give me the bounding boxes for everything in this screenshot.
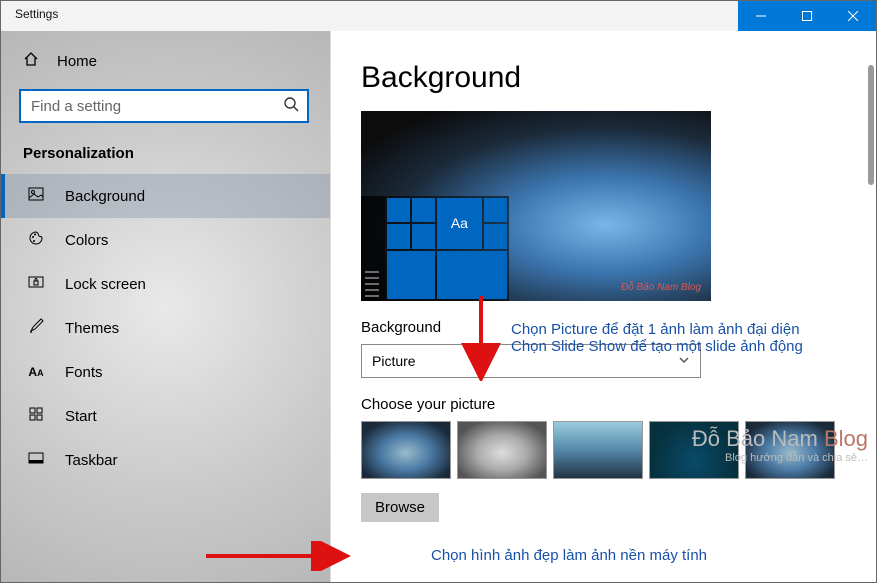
annotation-dropdown: Chọn Picture để đặt 1 ảnh làm ảnh đại di…: [511, 321, 803, 355]
sidebar: Home Personalization Background Colors: [1, 31, 331, 582]
browse-button[interactable]: Browse: [361, 493, 439, 522]
close-button[interactable]: [830, 1, 876, 31]
lock-icon: [27, 274, 45, 294]
sidebar-item-label: Colors: [65, 232, 108, 249]
sidebar-item-label: Fonts: [65, 364, 103, 381]
maximize-icon: [802, 11, 812, 21]
maximize-button[interactable]: [784, 1, 830, 31]
fonts-icon: AA: [27, 365, 45, 379]
sidebar-item-background[interactable]: Background: [1, 174, 330, 218]
sidebar-item-lockscreen[interactable]: Lock screen: [1, 262, 330, 306]
home-icon: [23, 51, 39, 71]
home-label: Home: [57, 53, 97, 70]
background-preview: Aa Đỗ Bảo Nam Blog: [361, 111, 711, 301]
annotation-arrow-right: [201, 541, 351, 571]
close-icon: [848, 11, 858, 21]
window-controls: [738, 1, 876, 31]
section-header: Personalization: [1, 141, 330, 174]
sidebar-item-label: Taskbar: [65, 452, 118, 469]
picture-thumb[interactable]: [745, 421, 835, 479]
search-field[interactable]: [31, 98, 283, 115]
preview-watermark: Đỗ Bảo Nam Blog: [621, 282, 701, 293]
search-icon: [283, 96, 299, 117]
sidebar-item-label: Lock screen: [65, 276, 146, 293]
picture-thumb[interactable]: [649, 421, 739, 479]
sidebar-item-themes[interactable]: Themes: [1, 306, 330, 350]
picture-thumb[interactable]: [457, 421, 547, 479]
choose-picture-label: Choose your picture: [361, 396, 876, 413]
main-panel: Background Aa Đỗ Bảo Nam Blog Background…: [331, 31, 876, 582]
chevron-down-icon: [678, 354, 690, 369]
picture-thumb[interactable]: [361, 421, 451, 479]
page-title: Background: [361, 61, 876, 95]
sidebar-item-label: Background: [65, 188, 145, 205]
titlebar: Settings: [1, 1, 876, 31]
preview-start-mock: Aa: [361, 196, 509, 301]
palette-icon: [27, 230, 45, 250]
sidebar-item-label: Start: [65, 408, 97, 425]
annotation-browse: Chọn hình ảnh đẹp làm ảnh nền máy tính: [431, 547, 707, 564]
picture-thumbnails: [361, 421, 876, 479]
dropdown-value: Picture: [372, 353, 416, 369]
picture-icon: [27, 186, 45, 206]
minimize-icon: [756, 11, 766, 21]
sidebar-item-colors[interactable]: Colors: [1, 218, 330, 262]
sidebar-item-label: Themes: [65, 320, 119, 337]
sidebar-item-taskbar[interactable]: Taskbar: [1, 438, 330, 482]
taskbar-icon: [27, 450, 45, 470]
sidebar-item-start[interactable]: Start: [1, 394, 330, 438]
scrollbar[interactable]: [868, 65, 874, 185]
picture-thumb[interactable]: [553, 421, 643, 479]
search-input[interactable]: [19, 89, 309, 123]
annotation-arrow-down: [461, 291, 501, 381]
preview-sample-text: Aa: [437, 198, 483, 249]
home-nav[interactable]: Home: [1, 31, 330, 81]
sidebar-item-fonts[interactable]: AA Fonts: [1, 350, 330, 394]
minimize-button[interactable]: [738, 1, 784, 31]
start-icon: [27, 406, 45, 426]
window-title: Settings: [1, 1, 738, 31]
brush-icon: [27, 318, 45, 338]
